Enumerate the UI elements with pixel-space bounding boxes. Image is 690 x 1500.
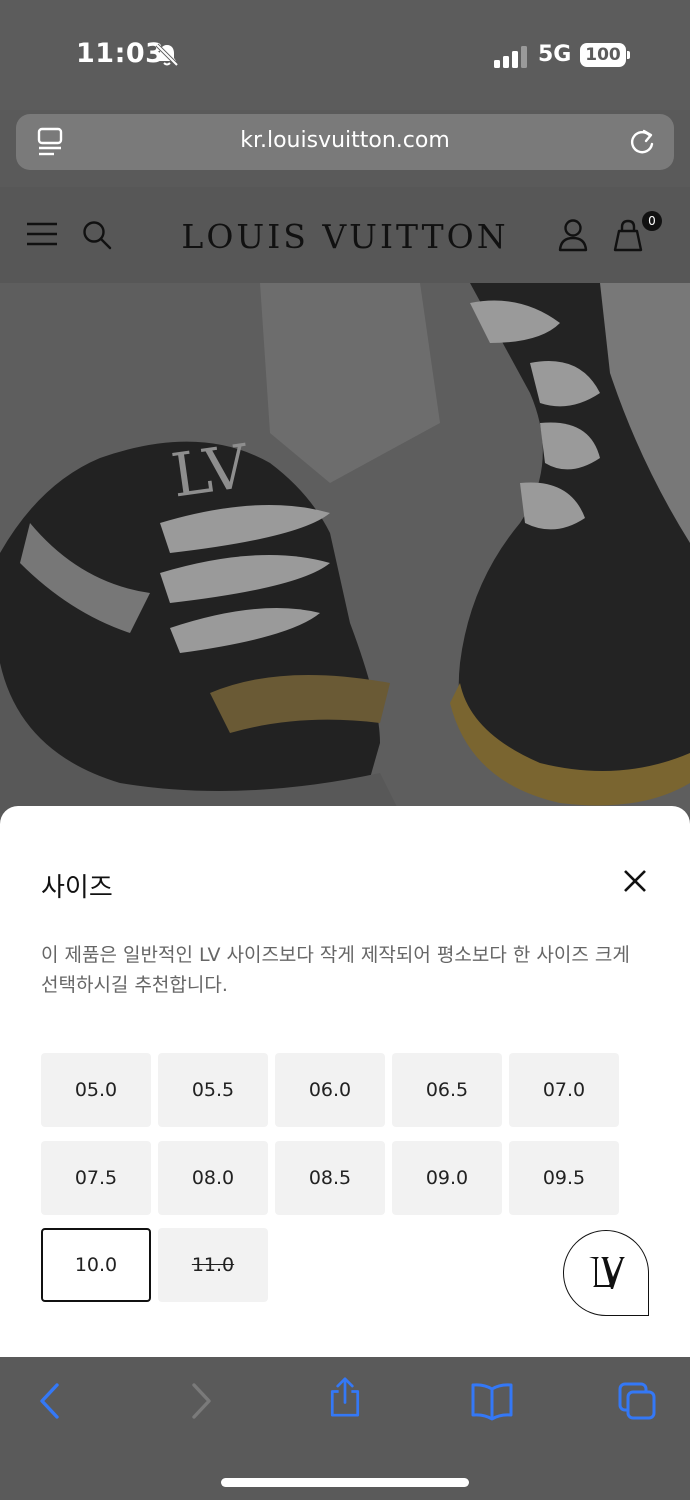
size-option[interactable]: 05.0 xyxy=(41,1053,151,1127)
back-icon[interactable] xyxy=(30,1381,70,1421)
size-option[interactable]: 09.5 xyxy=(509,1141,619,1215)
account-icon[interactable] xyxy=(558,218,588,252)
size-option[interactable]: 05.5 xyxy=(158,1053,268,1127)
address-bar[interactable]: kr.louisvuitton.com xyxy=(16,114,674,170)
home-indicator[interactable] xyxy=(221,1478,469,1487)
svg-text:LV: LV xyxy=(167,431,254,511)
size-option[interactable]: 07.0 xyxy=(509,1053,619,1127)
status-time: 11:03 xyxy=(76,38,165,69)
product-image: LV xyxy=(0,283,690,813)
size-option[interactable]: 06.5 xyxy=(392,1053,502,1127)
signal-icon xyxy=(494,46,527,68)
sheet-title: 사이즈 xyxy=(41,873,113,903)
site-header: LOUIS VUITTON 0 xyxy=(0,187,690,283)
battery-tip xyxy=(627,51,630,59)
size-option[interactable]: 09.0 xyxy=(392,1141,502,1215)
bell-slash-icon xyxy=(155,43,179,67)
reload-icon[interactable] xyxy=(628,127,656,157)
size-option[interactable]: 08.0 xyxy=(158,1141,268,1215)
lv-monogram-chat-icon xyxy=(589,1257,625,1289)
battery-level: 100 xyxy=(580,43,626,67)
size-option[interactable]: 07.5 xyxy=(41,1141,151,1215)
size-advice-text: 이 제품은 일반적인 LV 사이즈보다 작게 제작되어 평소보다 한 사이즈 크… xyxy=(41,944,630,996)
size-option[interactable]: 08.5 xyxy=(275,1141,385,1215)
lv-chat-button[interactable] xyxy=(563,1230,649,1316)
network-type: 5G xyxy=(538,42,572,67)
share-icon[interactable] xyxy=(325,1377,365,1417)
size-selector-sheet: 사이즈 이 제품은 일반적인 LV 사이즈보다 작게 제작되어 평소보다 한 사… xyxy=(0,806,690,1357)
size-option-selected[interactable]: 10.0 xyxy=(41,1228,151,1302)
tabs-icon[interactable] xyxy=(617,1381,657,1421)
close-icon[interactable] xyxy=(622,868,648,894)
bag-icon[interactable] xyxy=(613,218,643,252)
status-bar: 11:03 5G 100 xyxy=(0,0,690,110)
size-option-sold-out[interactable]: 11.0 xyxy=(158,1228,268,1302)
cart-count-badge: 0 xyxy=(642,211,662,231)
size-option[interactable]: 06.0 xyxy=(275,1053,385,1127)
bookmarks-icon[interactable] xyxy=(470,1381,514,1421)
url-text[interactable]: kr.louisvuitton.com xyxy=(16,128,674,153)
forward-icon[interactable] xyxy=(180,1381,220,1421)
